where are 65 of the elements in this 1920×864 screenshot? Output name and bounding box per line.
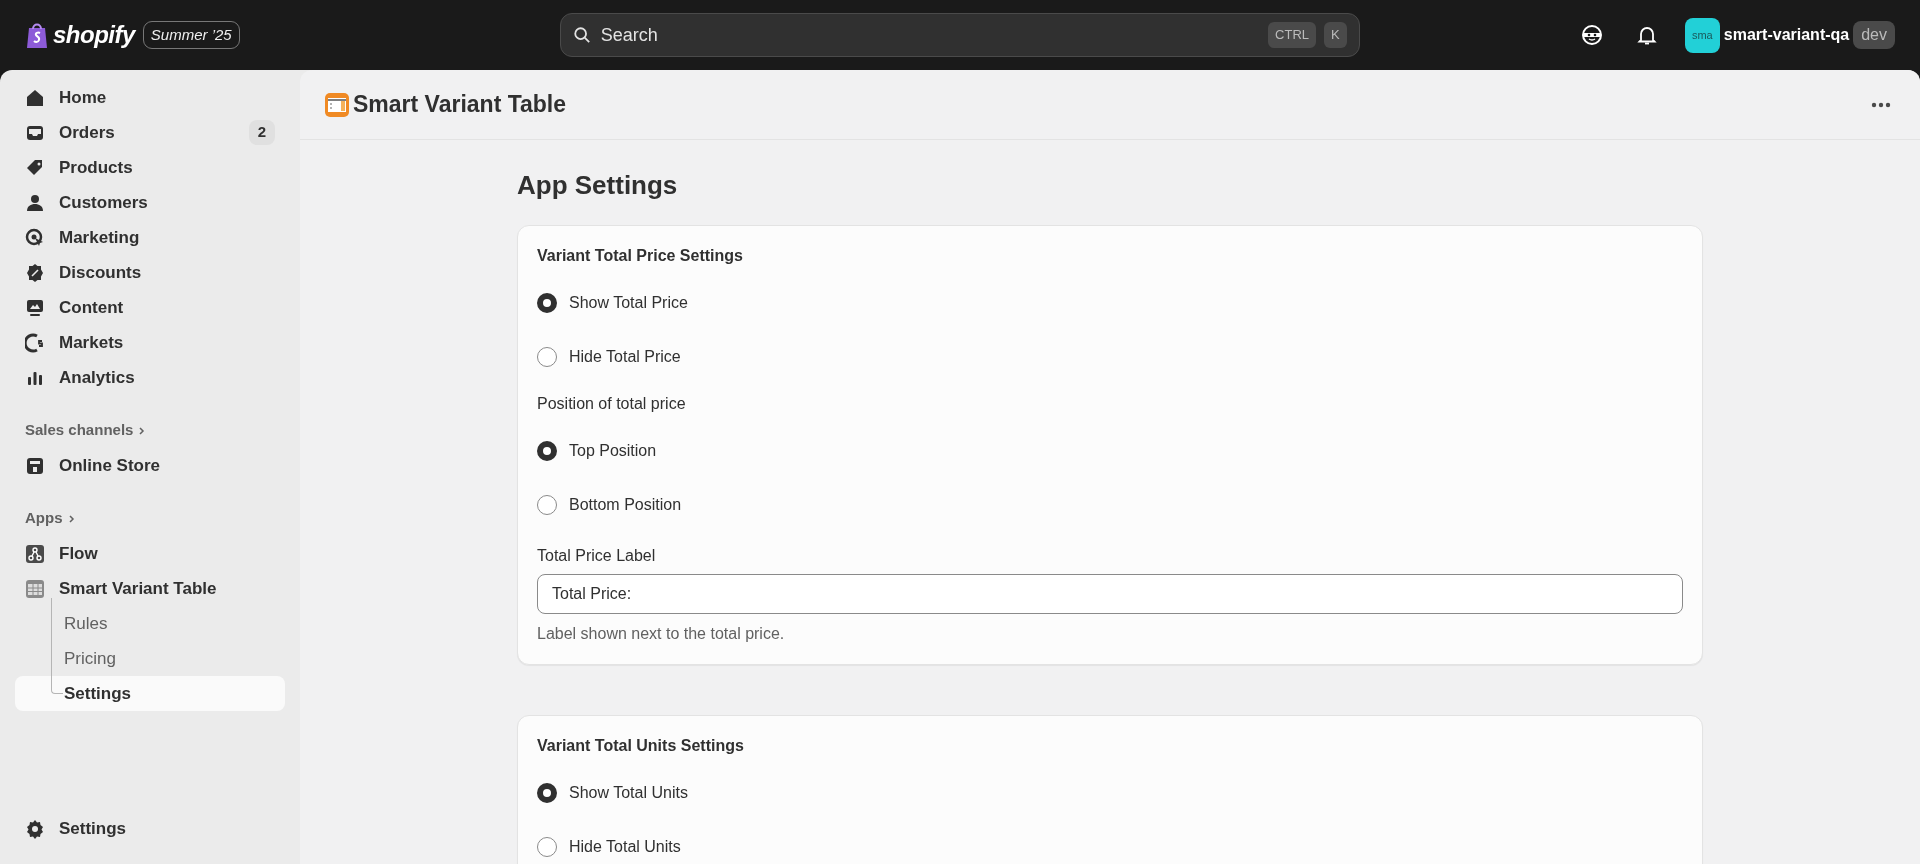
nav-item[interactable]: Orders 2 (15, 115, 285, 150)
section-heading[interactable]: Sales channels (25, 419, 134, 442)
nav-item[interactable]: Rules (15, 606, 285, 641)
page-title: Smart Variant Table (353, 90, 567, 120)
radio-button[interactable] (537, 495, 557, 516)
mascot-face-icon (1580, 24, 1603, 46)
search-input[interactable]: Search (598, 20, 1261, 50)
radio-button[interactable] (537, 837, 557, 858)
nav-item[interactable]: Settings (15, 811, 285, 846)
radio-label[interactable]: Show Total Units (569, 781, 688, 806)
help-text: Label shown next to the total price. (537, 624, 786, 645)
count-badge: 2 (248, 120, 275, 145)
nav-item[interactable]: Home (15, 80, 285, 115)
nav-item[interactable]: Smart Variant Table (15, 571, 285, 606)
edition-badge: Summer ’25 (142, 20, 240, 50)
nav-item[interactable]: Online Store (15, 448, 285, 483)
radio-label[interactable]: Show Total Price (569, 291, 688, 316)
radio-label[interactable]: Hide Total Price (569, 345, 681, 370)
shortcut-key: CTRL (1268, 22, 1317, 48)
percent-badge-icon (25, 262, 45, 283)
field-label: Total Price Label (537, 546, 657, 567)
shortcut-key: K (1324, 22, 1347, 48)
card-title: Variant Total Units Settings (537, 736, 745, 757)
radio-button[interactable] (537, 441, 557, 462)
radio-button[interactable] (537, 293, 557, 314)
flow-nodes-icon (25, 543, 45, 564)
ellipsis-icon (1871, 102, 1891, 109)
section-heading[interactable]: Apps (25, 507, 63, 530)
nav-item[interactable]: Analytics (15, 360, 285, 395)
nav-item[interactable]: Settings (15, 676, 285, 711)
radio-button[interactable] (537, 783, 557, 804)
nav-item[interactable]: Flow (15, 536, 285, 571)
shopping-bag-icon (25, 21, 49, 49)
radio-label[interactable]: Hide Total Units (569, 835, 681, 860)
logo-text: shopify (53, 20, 135, 50)
nav-item[interactable]: Discounts (15, 255, 285, 290)
card-title: Variant Total Price Settings (537, 246, 744, 267)
search-icon (572, 26, 591, 44)
nav-item[interactable]: Pricing (15, 641, 285, 676)
image-monitor-icon (25, 297, 45, 318)
nav-item[interactable]: Products (15, 150, 285, 185)
nav-item[interactable]: Marketing (15, 220, 285, 255)
radio-label[interactable]: Bottom Position (569, 493, 682, 518)
chevron-right-icon (66, 513, 77, 524)
store-badge: dev (1853, 21, 1895, 49)
person-icon (25, 192, 45, 213)
nav-item[interactable]: Markets (15, 325, 285, 360)
storefront-icon (25, 455, 45, 476)
target-cursor-icon (25, 227, 45, 248)
radio-button[interactable] (537, 347, 557, 368)
home-icon (25, 87, 45, 108)
store-avatar: sma (1684, 17, 1720, 53)
search-field[interactable]: Search CTRL K (559, 13, 1360, 57)
tag-icon (25, 157, 45, 178)
section-title: App Settings (517, 170, 679, 202)
nav-item[interactable]: Customers (15, 185, 285, 220)
notification-bell-icon (1635, 24, 1658, 46)
radio-label[interactable]: Top Position (569, 439, 657, 464)
field-caption: Position of total price (537, 394, 686, 415)
table-app-icon (25, 578, 45, 599)
nav-item[interactable]: Content (15, 290, 285, 325)
store-name[interactable]: smart-variant-qa (1723, 23, 1850, 47)
gear-icon (25, 818, 45, 839)
input-field[interactable]: Total Price: (537, 574, 1683, 615)
table-app-icon (325, 92, 349, 117)
